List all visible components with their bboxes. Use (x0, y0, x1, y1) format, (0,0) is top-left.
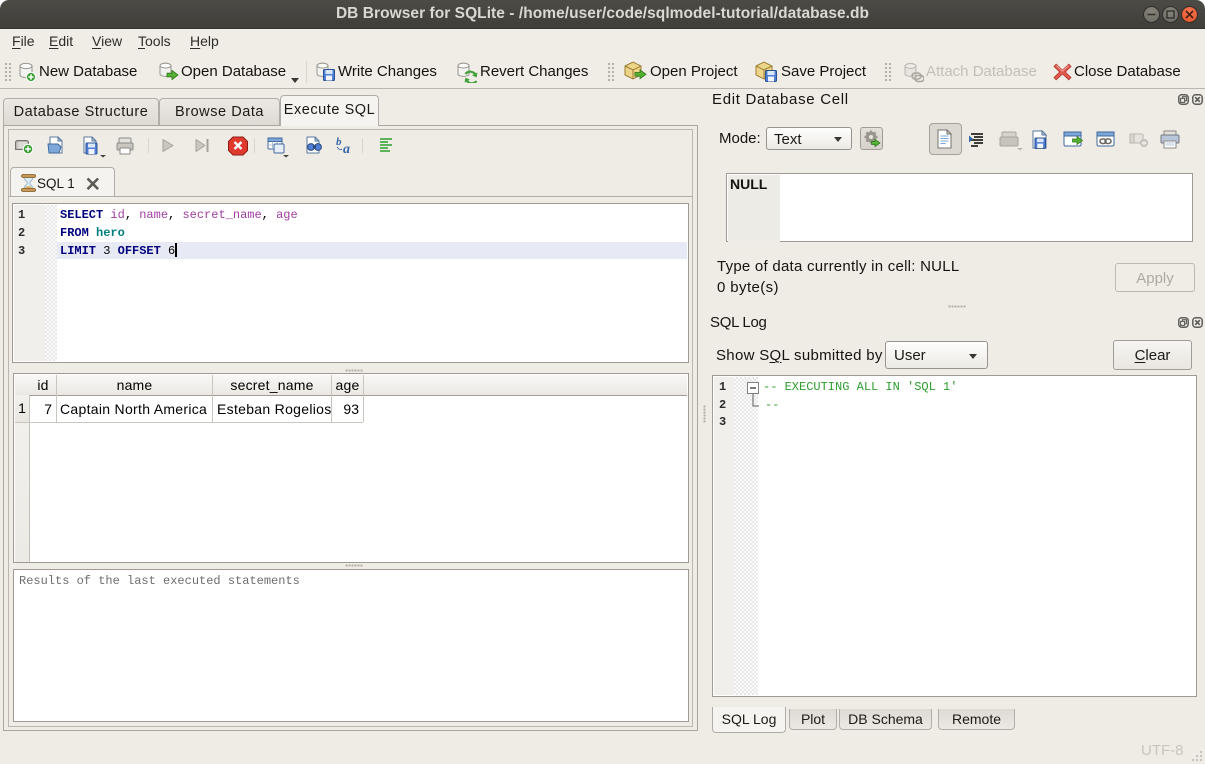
svg-text:b: b (336, 136, 342, 148)
svg-text:a: a (343, 142, 350, 157)
